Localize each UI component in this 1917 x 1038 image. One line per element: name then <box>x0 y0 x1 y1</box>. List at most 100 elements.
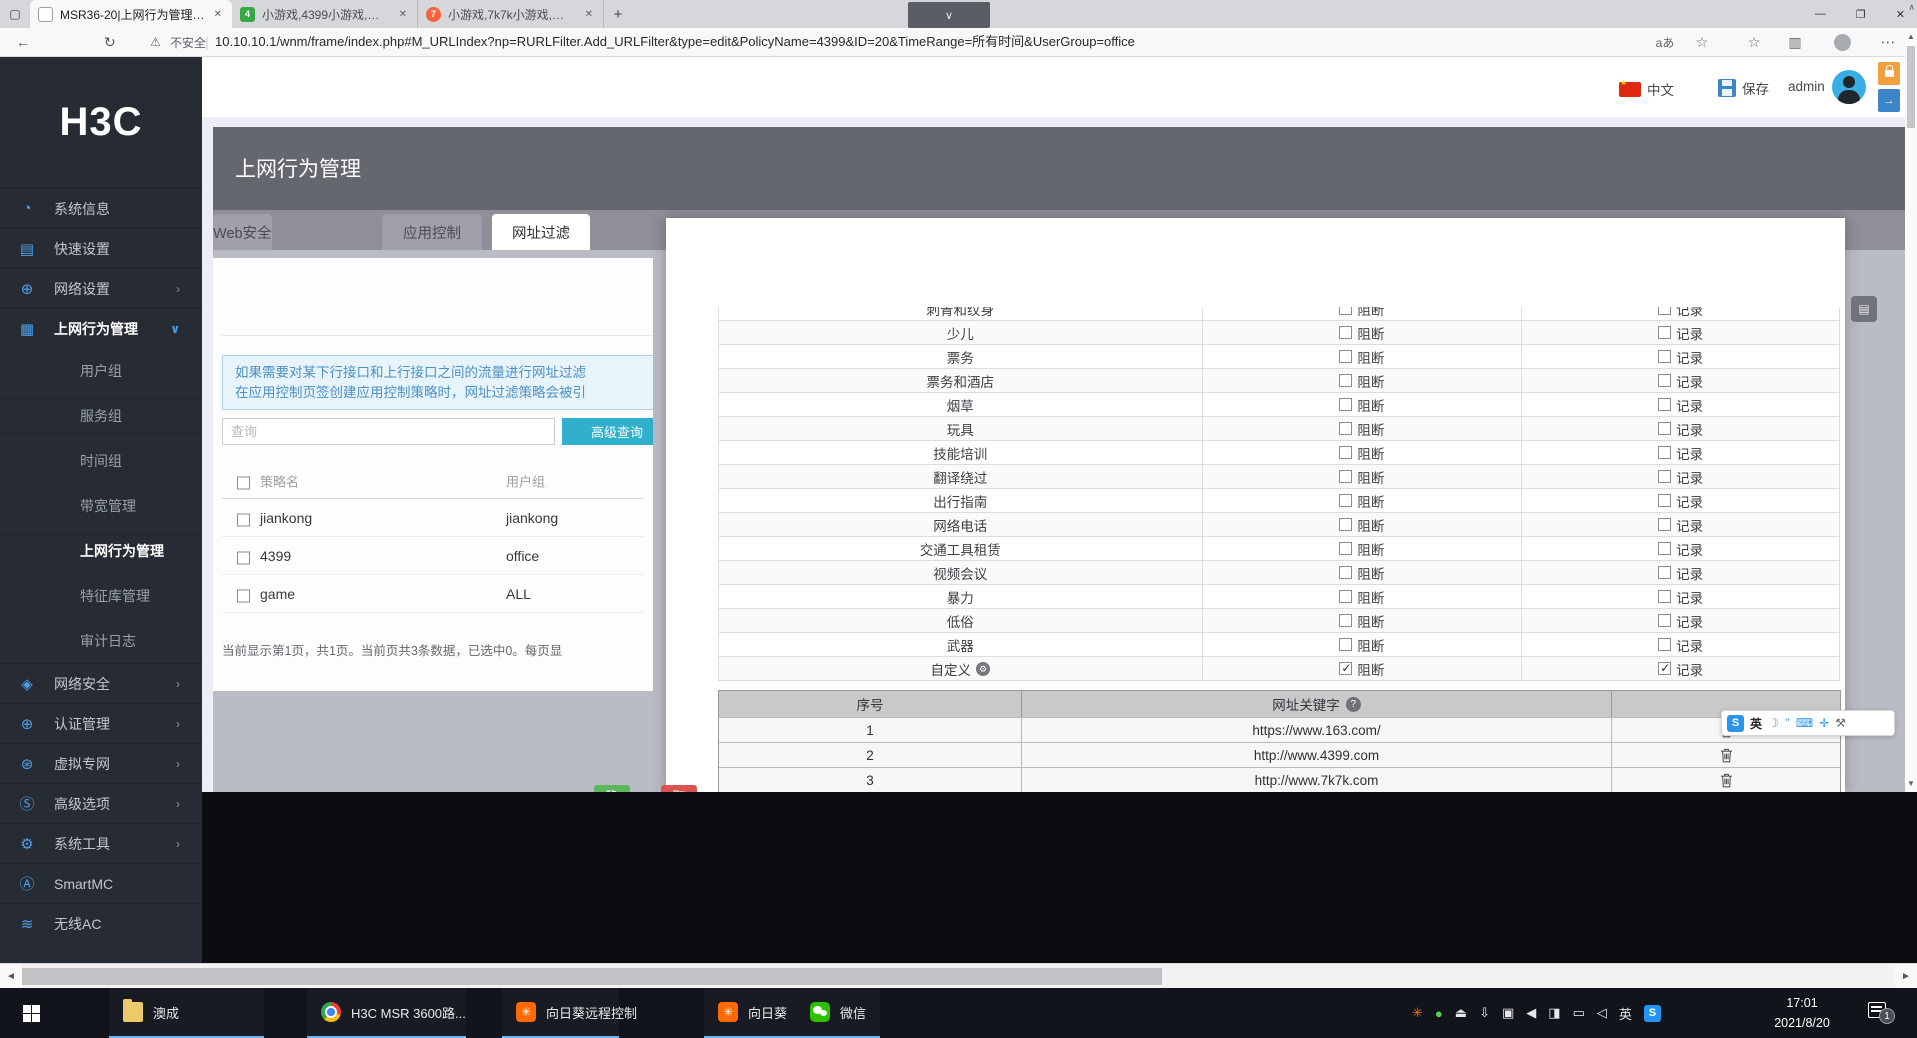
scroll-up-icon[interactable]: ▲ <box>1905 32 1917 41</box>
log-checkbox[interactable] <box>1658 542 1672 555</box>
log-checkbox[interactable] <box>1658 374 1672 387</box>
block-checkbox[interactable] <box>1339 614 1353 627</box>
sidebar-item[interactable]: Ⓐ SmartMC <box>0 863 202 903</box>
tray-icon[interactable]: S <box>1643 1004 1661 1022</box>
translate-icon[interactable]: aあ <box>1650 28 1680 56</box>
tray-icon[interactable]: ✳ <box>1412 1005 1423 1021</box>
sidebar-item[interactable]: ⚙ 系统工具 › <box>0 823 202 863</box>
tray-icon[interactable]: ▣ <box>1502 1005 1514 1021</box>
block-checkbox[interactable] <box>1339 326 1353 339</box>
taskbar-app[interactable]: 微信 <box>796 988 881 1038</box>
sidebar-item[interactable]: Ⓢ 高级选项 › <box>0 783 202 823</box>
sidebar-item[interactable]: ⊕ 认证管理 › <box>0 703 202 743</box>
minimize-button[interactable]: — <box>1815 8 1826 20</box>
sidebar-item[interactable]: ▦ 上网行为管理 ∨ <box>0 308 202 348</box>
block-checkbox[interactable] <box>1339 542 1353 555</box>
tray-icon[interactable]: ▭ <box>1573 1005 1585 1021</box>
delete-keyword-icon[interactable] <box>1720 773 1733 788</box>
log-checkbox[interactable] <box>1658 422 1672 435</box>
username-label[interactable]: admin <box>1788 79 1825 94</box>
ime-icon[interactable]: S <box>1727 714 1744 732</box>
back-button[interactable]: ← <box>16 28 30 56</box>
table-row[interactable]: jiankong jiankong <box>222 499 644 537</box>
log-checkbox[interactable] <box>1658 326 1672 339</box>
logout-button[interactable]: → <box>1878 89 1900 112</box>
sidebar-item[interactable]: 时间组 <box>0 438 202 483</box>
log-checkbox[interactable] <box>1658 470 1672 483</box>
log-checkbox[interactable] <box>1658 494 1672 507</box>
advanced-search-button[interactable]: 高级查询 <box>562 418 653 445</box>
taskbar-app[interactable]: ✳ 向日葵远程控制 <box>502 988 637 1038</box>
ime-icon[interactable]: 英 <box>1750 715 1762 732</box>
log-checkbox[interactable] <box>1658 350 1672 363</box>
caret-up-icon[interactable]: ∧ <box>1908 2 1915 13</box>
vertical-scroll-thumb[interactable] <box>1907 46 1915 128</box>
log-checkbox[interactable] <box>1658 614 1672 627</box>
tray-icon[interactable]: 英 <box>1619 1004 1632 1023</box>
sidebar-item[interactable]: 上网行为管理 <box>0 528 202 573</box>
row-checkbox[interactable] <box>237 589 250 603</box>
help-icon[interactable]: ? <box>1345 696 1361 712</box>
block-checkbox[interactable] <box>1339 307 1353 315</box>
sidebar-item[interactable]: ◔ 系统信息 <box>0 188 202 228</box>
close-icon[interactable]: ✕ <box>397 9 409 20</box>
log-checkbox[interactable] <box>1658 446 1672 459</box>
tray-icon[interactable]: ⏏ <box>1455 1005 1467 1021</box>
delete-keyword-icon[interactable] <box>1720 748 1733 763</box>
refresh-button[interactable]: ↻ <box>104 28 116 56</box>
ime-icon[interactable]: ☽ <box>1768 716 1779 730</box>
scroll-left-icon[interactable]: ◄ <box>0 964 22 989</box>
sidebar-item[interactable]: 审计日志 <box>0 618 202 663</box>
ime-icon[interactable]: ⚒ <box>1835 716 1846 730</box>
search-input[interactable] <box>222 418 555 445</box>
tray-icon[interactable]: ◁ <box>1597 1005 1607 1021</box>
horizontal-scroll-thumb[interactable] <box>22 968 1162 985</box>
sidebar-item[interactable]: ⊛ 虚拟专网 › <box>0 743 202 783</box>
ime-icon[interactable]: ✛ <box>1819 716 1829 730</box>
block-checkbox[interactable] <box>1339 374 1353 387</box>
log-checkbox[interactable] <box>1658 638 1672 651</box>
block-checkbox[interactable] <box>1339 590 1353 603</box>
tray-icon[interactable]: ◨ <box>1548 1005 1560 1021</box>
tray-icon[interactable]: ⇩ <box>1479 1005 1490 1021</box>
favorite-add-icon[interactable]: ☆ <box>1690 28 1714 56</box>
taskbar-clock[interactable]: 17:01 2021/8/20 <box>1752 993 1852 1033</box>
close-icon[interactable]: ✕ <box>212 9 224 20</box>
block-checkbox[interactable] <box>1339 638 1353 651</box>
taskbar-app[interactable]: 澳成 <box>109 988 264 1038</box>
sidebar-item[interactable]: ⊕ 网络设置 › <box>0 268 202 308</box>
block-checkbox[interactable] <box>1339 470 1353 483</box>
menu-dots-icon[interactable]: ⋯ <box>1876 28 1900 56</box>
log-checkbox[interactable] <box>1658 590 1672 603</box>
page-tab[interactable]: 网址过滤 <box>492 214 590 250</box>
save-button[interactable]: 保存 <box>1718 78 1769 98</box>
user-avatar[interactable] <box>1832 70 1866 104</box>
custom-category-gear-icon[interactable]: ⚙ <box>976 661 991 676</box>
block-checkbox[interactable] <box>1339 422 1353 435</box>
horizontal-scrollbar[interactable]: ◄ ► <box>0 963 1917 989</box>
browser-tab[interactable]: 7 小游戏,7k7k小游戏,小游戏大全 ✕ <box>418 0 604 28</box>
log-checkbox[interactable] <box>1658 518 1672 531</box>
taskbar-app[interactable]: ✳ 向日葵 <box>704 988 796 1038</box>
close-icon[interactable]: ✕ <box>583 9 595 20</box>
sidebar-item[interactable]: ◈ 网络安全 › <box>0 663 202 703</box>
block-checkbox[interactable] <box>1339 446 1353 459</box>
collections-icon[interactable]: ▥ <box>1783 28 1807 56</box>
row-checkbox[interactable] <box>237 513 250 527</box>
block-checkbox[interactable] <box>1339 661 1353 675</box>
lock-button[interactable] <box>1878 62 1900 85</box>
favorites-bar-icon[interactable]: ☆ <box>1742 28 1766 56</box>
block-checkbox[interactable] <box>1339 494 1353 507</box>
sidebar-item[interactable]: 带宽管理 <box>0 483 202 528</box>
select-all-checkbox[interactable] <box>237 476 250 490</box>
block-checkbox[interactable] <box>1339 398 1353 411</box>
url-text[interactable]: 10.10.10.1/wnm/frame/index.php#M_URLInde… <box>215 28 1645 56</box>
tab-group-icon[interactable]: ▢ <box>0 0 30 28</box>
log-checkbox[interactable] <box>1658 566 1672 579</box>
page-tab[interactable]: Web安全 <box>213 214 272 250</box>
language-switch[interactable]: 中文 <box>1619 78 1674 99</box>
tray-icon[interactable]: ◀ <box>1526 1005 1536 1021</box>
vertical-scrollbar[interactable]: ▲ ▼ <box>1905 28 1917 792</box>
block-checkbox[interactable] <box>1339 350 1353 363</box>
address-bar[interactable]: ← ↻ ⚠ 不安全 | 10.10.10.1/wnm/frame/index.p… <box>0 28 1917 57</box>
